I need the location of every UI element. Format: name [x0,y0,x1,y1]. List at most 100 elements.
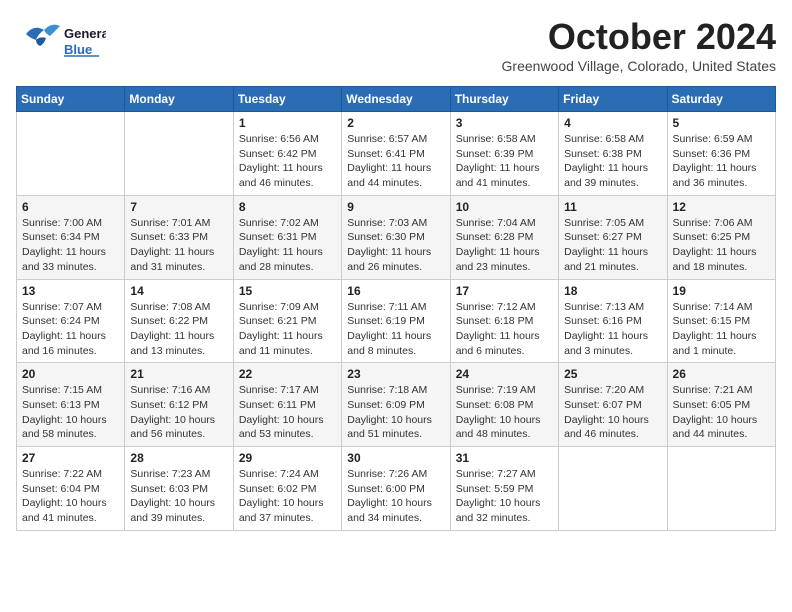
week-row-5: 27 Sunrise: 7:22 AMSunset: 6:04 PMDayligh… [17,447,776,531]
day-info: Sunrise: 7:03 AMSunset: 6:30 PMDaylight:… [347,216,444,275]
calendar-cell: 23 Sunrise: 7:18 AMSunset: 6:09 PMDayligh… [342,363,450,447]
day-number: 28 [130,451,227,465]
calendar-cell: 18Sunrise: 7:13 AMSunset: 6:16 PMDayligh… [559,279,667,363]
day-info: Sunrise: 7:24 AMSunset: 6:02 PMDaylight:… [239,467,336,526]
day-number: 27 [22,451,119,465]
day-info: Sunrise: 7:11 AMSunset: 6:19 PMDaylight:… [347,300,444,359]
day-info: Sunrise: 7:23 AMSunset: 6:03 PMDaylight:… [130,467,227,526]
day-number: 12 [673,200,770,214]
calendar-cell: 28 Sunrise: 7:23 AMSunset: 6:03 PMDayligh… [125,447,233,531]
logo-svg: General Blue [16,16,106,66]
day-number: 3 [456,116,553,130]
day-info: Sunrise: 7:12 AMSunset: 6:18 PMDaylight:… [456,300,553,359]
day-number: 26 [673,367,770,381]
svg-text:General: General [64,26,106,41]
calendar-cell: 4Sunrise: 6:58 AMSunset: 6:38 PMDaylight… [559,112,667,196]
day-number: 18 [564,284,661,298]
calendar-cell: 5Sunrise: 6:59 AMSunset: 6:36 PMDaylight… [667,112,775,196]
calendar-cell: 21 Sunrise: 7:16 AMSunset: 6:12 PMDayligh… [125,363,233,447]
day-info: Sunrise: 7:00 AMSunset: 6:34 PMDaylight:… [22,216,119,275]
day-number: 8 [239,200,336,214]
calendar-cell: 15Sunrise: 7:09 AMSunset: 6:21 PMDayligh… [233,279,341,363]
calendar-cell: 17 Sunrise: 7:12 AMSunset: 6:18 PMDayligh… [450,279,558,363]
week-row-4: 20 Sunrise: 7:15 AMSunset: 6:13 PMDayligh… [17,363,776,447]
day-info: Sunrise: 7:08 AMSunset: 6:22 PMDaylight:… [130,300,227,359]
day-number: 7 [130,200,227,214]
weekday-header-monday: Monday [125,87,233,112]
day-number: 19 [673,284,770,298]
calendar-cell: 19Sunrise: 7:14 AMSunset: 6:15 PMDayligh… [667,279,775,363]
day-number: 24 [456,367,553,381]
day-info: Sunrise: 7:26 AMSunset: 6:00 PMDaylight:… [347,467,444,526]
week-row-3: 13Sunrise: 7:07 AMSunset: 6:24 PMDayligh… [17,279,776,363]
calendar-cell: 1 Sunrise: 6:56 AMSunset: 6:42 PMDaylight… [233,112,341,196]
day-number: 11 [564,200,661,214]
calendar-cell [125,112,233,196]
month-title: October 2024 [502,16,776,58]
calendar-cell: 9 Sunrise: 7:03 AMSunset: 6:30 PMDaylight… [342,195,450,279]
calendar-cell: 16 Sunrise: 7:11 AMSunset: 6:19 PMDayligh… [342,279,450,363]
calendar-cell: 27 Sunrise: 7:22 AMSunset: 6:04 PMDayligh… [17,447,125,531]
calendar-cell: 12 Sunrise: 7:06 AMSunset: 6:25 PMDayligh… [667,195,775,279]
calendar-cell: 8 Sunrise: 7:02 AMSunset: 6:31 PMDaylight… [233,195,341,279]
calendar-cell: 29 Sunrise: 7:24 AMSunset: 6:02 PMDayligh… [233,447,341,531]
day-number: 20 [22,367,119,381]
calendar-cell: 31 Sunrise: 7:27 AMSunset: 5:59 PMDayligh… [450,447,558,531]
day-info: Sunrise: 7:16 AMSunset: 6:12 PMDaylight:… [130,383,227,442]
day-info: Sunrise: 6:57 AMSunset: 6:41 PMDaylight:… [347,132,444,191]
calendar-cell: 13Sunrise: 7:07 AMSunset: 6:24 PMDayligh… [17,279,125,363]
calendar-cell [667,447,775,531]
day-number: 21 [130,367,227,381]
day-number: 1 [239,116,336,130]
day-number: 9 [347,200,444,214]
day-number: 5 [673,116,770,130]
calendar-cell: 2Sunrise: 6:57 AMSunset: 6:41 PMDaylight… [342,112,450,196]
day-info: Sunrise: 7:02 AMSunset: 6:31 PMDaylight:… [239,216,336,275]
day-info: Sunrise: 7:04 AMSunset: 6:28 PMDaylight:… [456,216,553,275]
day-info: Sunrise: 7:27 AMSunset: 5:59 PMDaylight:… [456,467,553,526]
calendar-cell: 14 Sunrise: 7:08 AMSunset: 6:22 PMDayligh… [125,279,233,363]
calendar-cell: 22 Sunrise: 7:17 AMSunset: 6:11 PMDayligh… [233,363,341,447]
day-number: 22 [239,367,336,381]
calendar-cell: 25 Sunrise: 7:20 AMSunset: 6:07 PMDayligh… [559,363,667,447]
day-info: Sunrise: 7:07 AMSunset: 6:24 PMDaylight:… [22,300,119,359]
week-row-2: 6 Sunrise: 7:00 AMSunset: 6:34 PMDaylight… [17,195,776,279]
day-info: Sunrise: 7:22 AMSunset: 6:04 PMDaylight:… [22,467,119,526]
calendar-cell: 24Sunrise: 7:19 AMSunset: 6:08 PMDayligh… [450,363,558,447]
day-number: 30 [347,451,444,465]
day-info: Sunrise: 7:06 AMSunset: 6:25 PMDaylight:… [673,216,770,275]
day-info: Sunrise: 7:15 AMSunset: 6:13 PMDaylight:… [22,383,119,442]
page-header: General Blue October 2024 Greenwood Vill… [16,16,776,74]
day-number: 23 [347,367,444,381]
weekday-header-sunday: Sunday [17,87,125,112]
day-info: Sunrise: 7:20 AMSunset: 6:07 PMDaylight:… [564,383,661,442]
calendar-table: SundayMondayTuesdayWednesdayThursdayFrid… [16,86,776,531]
day-number: 31 [456,451,553,465]
day-info: Sunrise: 7:17 AMSunset: 6:11 PMDaylight:… [239,383,336,442]
calendar-cell: 26Sunrise: 7:21 AMSunset: 6:05 PMDayligh… [667,363,775,447]
day-info: Sunrise: 6:58 AMSunset: 6:38 PMDaylight:… [564,132,661,191]
weekday-header-tuesday: Tuesday [233,87,341,112]
day-number: 25 [564,367,661,381]
weekday-header-wednesday: Wednesday [342,87,450,112]
calendar-cell [17,112,125,196]
weekday-header-row: SundayMondayTuesdayWednesdayThursdayFrid… [17,87,776,112]
day-number: 16 [347,284,444,298]
day-number: 17 [456,284,553,298]
calendar-cell: 3 Sunrise: 6:58 AMSunset: 6:39 PMDaylight… [450,112,558,196]
calendar-cell [559,447,667,531]
day-number: 10 [456,200,553,214]
day-info: Sunrise: 6:56 AMSunset: 6:42 PMDaylight:… [239,132,336,191]
title-block: October 2024 Greenwood Village, Colorado… [502,16,776,74]
day-info: Sunrise: 7:18 AMSunset: 6:09 PMDaylight:… [347,383,444,442]
weekday-header-thursday: Thursday [450,87,558,112]
day-info: Sunrise: 6:58 AMSunset: 6:39 PMDaylight:… [456,132,553,191]
svg-text:Blue: Blue [64,42,92,57]
calendar-cell: 20 Sunrise: 7:15 AMSunset: 6:13 PMDayligh… [17,363,125,447]
day-number: 29 [239,451,336,465]
day-number: 15 [239,284,336,298]
location: Greenwood Village, Colorado, United Stat… [502,58,776,74]
day-number: 14 [130,284,227,298]
day-info: Sunrise: 7:05 AMSunset: 6:27 PMDaylight:… [564,216,661,275]
day-number: 6 [22,200,119,214]
